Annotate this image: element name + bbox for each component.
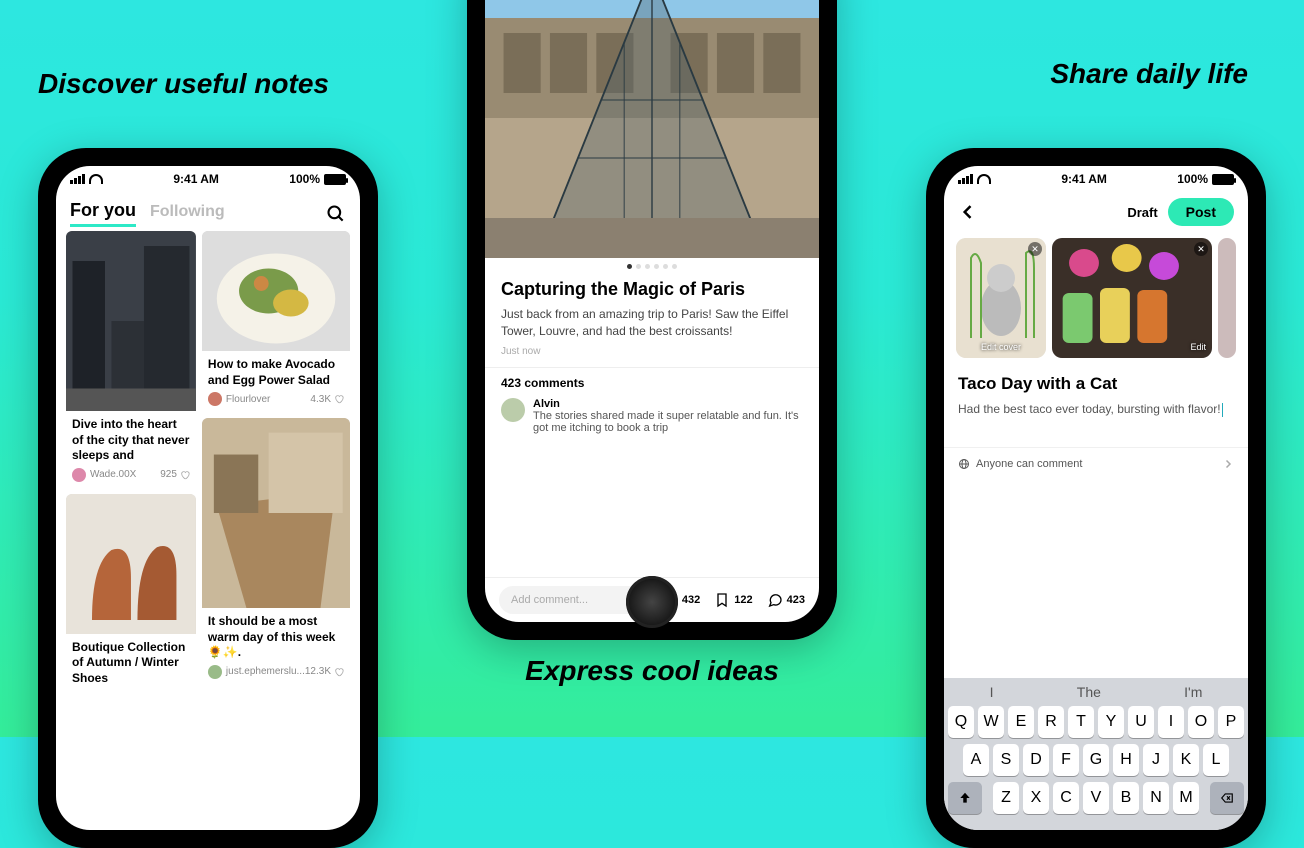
home-button[interactable] [626,576,678,628]
shift-key[interactable] [948,782,982,814]
key-u[interactable]: U [1128,706,1154,738]
card-author: just.ephemerslu... [226,666,305,677]
post-title: Capturing the Magic of Paris [501,279,803,300]
compose-body[interactable]: Had the best taco ever today, bursting w… [958,402,1234,417]
card-likes: 925 [160,469,177,480]
heart-icon [180,470,190,480]
key-g[interactable]: G [1083,744,1109,776]
feed-card[interactable]: Boutique Collection of Autumn / Winter S… [66,494,196,689]
key-l[interactable]: L [1203,744,1229,776]
card-title: Dive into the heart of the city that nev… [66,411,196,466]
key-o[interactable]: O [1188,706,1214,738]
key-y[interactable]: Y [1098,706,1124,738]
key-b[interactable]: B [1113,782,1139,814]
key-e[interactable]: E [1008,706,1034,738]
globe-icon [958,458,970,470]
privacy-option[interactable]: Anyone can comment [944,447,1248,480]
status-battery: 100% [289,172,320,186]
heart-icon [334,394,344,404]
key-a[interactable]: A [963,744,989,776]
bookmark-button[interactable]: 122 [714,592,752,608]
phone-express: Capturing the Magic of Paris Just back f… [467,0,837,640]
phone-share: 9:41 AM 100% Draft Post ✕ Edit cover ✕ E… [926,148,1266,848]
key-z[interactable]: Z [993,782,1019,814]
attached-photo[interactable]: ✕ Edit [1052,238,1212,358]
card-likes: 12.3K [305,666,331,677]
status-battery: 100% [1177,172,1208,186]
key-r[interactable]: R [1038,706,1064,738]
comment-text: The stories shared made it super relatab… [533,410,799,434]
key-n[interactable]: N [1143,782,1169,814]
feed-card[interactable]: How to make Avocado and Egg Power Salad … [202,231,350,412]
suggestion[interactable]: I [990,684,994,700]
edit-label: Edit [1190,342,1206,352]
back-icon[interactable] [958,202,978,222]
feed-card[interactable]: It should be a most warm day of this wee… [202,418,350,685]
suggestion[interactable]: I'm [1184,684,1202,700]
post-time: Just now [501,346,803,357]
headline-express: Express cool ideas [525,655,779,687]
attached-photo-peek[interactable] [1218,238,1236,358]
backspace-key[interactable] [1210,782,1244,814]
card-title: How to make Avocado and Egg Power Salad [202,351,350,390]
status-bar: 9:41 AM 100% [944,166,1248,192]
status-time: 9:41 AM [173,172,219,186]
key-t[interactable]: T [1068,706,1094,738]
key-i[interactable]: I [1158,706,1184,738]
avatar [501,398,525,422]
key-d[interactable]: D [1023,744,1049,776]
feed-card[interactable]: Dive into the heart of the city that nev… [66,231,196,488]
comment-button[interactable]: 423 [767,592,805,608]
headline-discover: Discover useful notes [38,68,329,100]
chevron-right-icon [1222,458,1234,470]
card-title: Boutique Collection of Autumn / Winter S… [66,634,196,689]
remove-icon[interactable]: ✕ [1194,242,1208,256]
tab-following[interactable]: Following [150,203,225,221]
key-p[interactable]: P [1218,706,1244,738]
image-pager[interactable] [485,258,819,275]
key-k[interactable]: K [1173,744,1199,776]
phone-discover: 9:41 AM 100% For you Following Dive into… [38,148,378,848]
edit-cover-label: Edit cover [962,342,1040,352]
headline-share: Share daily life [1050,58,1248,90]
key-j[interactable]: J [1143,744,1169,776]
card-author: Wade.00X [90,469,136,480]
search-icon[interactable] [326,204,346,224]
compose-title[interactable]: Taco Day with a Cat [958,374,1234,394]
card-author: Flourlover [226,394,270,405]
comments-count: 423 comments [501,376,803,390]
post-body: Just back from an amazing trip to Paris!… [501,306,803,340]
status-bar: 9:41 AM 100% [56,166,360,192]
wifi-icon [89,174,103,184]
draft-button[interactable]: Draft [1127,205,1157,220]
key-q[interactable]: Q [948,706,974,738]
key-h[interactable]: H [1113,744,1139,776]
key-c[interactable]: C [1053,782,1079,814]
key-x[interactable]: X [1023,782,1049,814]
card-likes: 4.3K [310,394,331,405]
heart-icon [334,667,344,677]
status-time: 9:41 AM [1061,172,1107,186]
remove-icon[interactable]: ✕ [1028,242,1042,256]
key-f[interactable]: F [1053,744,1079,776]
key-s[interactable]: S [993,744,1019,776]
comment-item[interactable]: AlvinThe stories shared made it super re… [501,398,803,434]
comment-author: Alvin [533,398,803,410]
hero-image[interactable] [485,0,819,258]
wifi-icon [977,174,991,184]
cover-photo[interactable]: ✕ Edit cover [956,238,1046,358]
keyboard[interactable]: I The I'm QWERTYUIOP ASDFGHJKL ZXCVBNM [944,678,1248,830]
suggestion[interactable]: The [1077,684,1101,700]
key-m[interactable]: M [1173,782,1199,814]
key-v[interactable]: V [1083,782,1109,814]
post-button[interactable]: Post [1168,198,1234,226]
tab-for-you[interactable]: For you [70,200,136,227]
card-title: It should be a most warm day of this wee… [202,608,350,663]
key-w[interactable]: W [978,706,1004,738]
